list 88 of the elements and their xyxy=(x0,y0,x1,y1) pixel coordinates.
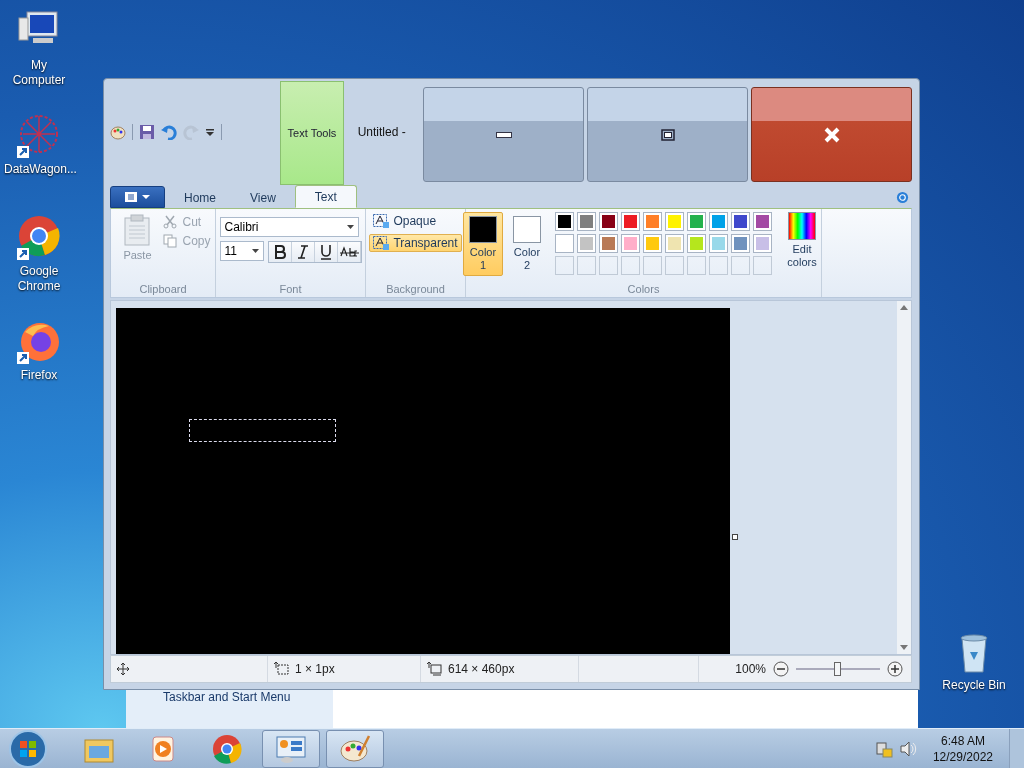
palette-color[interactable] xyxy=(665,212,684,231)
background-option[interactable]: Transparent xyxy=(369,234,462,252)
palette-color[interactable] xyxy=(731,212,750,231)
dropdown-arrow-icon xyxy=(251,249,259,253)
zoom-percentage: 100% xyxy=(735,662,766,676)
palette-color[interactable] xyxy=(555,212,574,231)
palette-color[interactable] xyxy=(731,234,750,253)
palette-color[interactable] xyxy=(753,212,772,231)
group-label: Font xyxy=(279,283,302,295)
text-box-icon xyxy=(373,214,390,228)
scroll-down-arrow-icon[interactable] xyxy=(900,645,908,650)
palette-color[interactable] xyxy=(577,212,596,231)
menu-icon xyxy=(123,191,152,203)
taskbar-button[interactable] xyxy=(262,729,320,768)
canvas-size-icon xyxy=(427,662,443,676)
palette-color[interactable] xyxy=(555,234,574,253)
palette-color[interactable] xyxy=(621,234,640,253)
maximize-icon xyxy=(660,128,675,141)
chrome-icon[interactable] xyxy=(15,214,63,262)
strikethrough-icon[interactable] xyxy=(337,242,361,262)
desktop-icon-label[interactable]: My Computer xyxy=(4,58,74,88)
palette-color[interactable] xyxy=(687,234,706,253)
sidebar-link[interactable]: Taskbar and Start Menu xyxy=(163,690,291,704)
undo-icon[interactable] xyxy=(161,124,177,140)
copy-icon xyxy=(163,234,178,248)
ribbon-tab[interactable]: Text xyxy=(294,185,357,208)
clock[interactable]: 6:48 AM 12/29/2022 xyxy=(922,732,1003,765)
palette-color[interactable] xyxy=(599,212,618,231)
zoom-out-icon[interactable] xyxy=(773,661,789,677)
palette-color[interactable] xyxy=(709,234,728,253)
dropdown-arrow-icon xyxy=(346,225,354,229)
canvas-size: 614 × 460px xyxy=(448,662,515,676)
desktop-icon-label[interactable]: Recycle Bin xyxy=(939,678,1009,693)
ribbon-tab[interactable]: Home xyxy=(169,188,231,208)
selection-size-icon xyxy=(274,662,290,676)
paint-palette-icon[interactable] xyxy=(110,124,126,140)
text-selection-box[interactable] xyxy=(189,419,336,442)
desktop-icon-label[interactable]: Firefox xyxy=(4,368,74,383)
font-family-dropdown[interactable]: Calibri xyxy=(219,217,359,237)
app-menu-button[interactable] xyxy=(110,186,165,208)
palette-color[interactable] xyxy=(577,234,596,253)
control-panel-icon xyxy=(275,733,307,764)
close-button[interactable] xyxy=(751,87,912,182)
speaker-icon[interactable] xyxy=(898,739,917,758)
minimize-button[interactable] xyxy=(423,87,584,182)
group-label: Colors xyxy=(627,283,660,295)
ribbon-tab[interactable]: View xyxy=(235,188,291,208)
clipboard-icon xyxy=(123,214,152,246)
edit-colors-button[interactable]: Edit colors xyxy=(780,212,824,269)
palette-color[interactable] xyxy=(599,234,618,253)
resize-handle[interactable] xyxy=(732,534,738,540)
customize-toolbar-icon[interactable] xyxy=(205,127,215,137)
contextual-tab-header: Text Tools xyxy=(280,81,344,185)
selection-size: 1 × 1px xyxy=(295,662,335,676)
group-label: Clipboard xyxy=(139,283,187,295)
text-box-icon xyxy=(373,236,390,250)
start-button[interactable] xyxy=(8,728,48,768)
palette-color[interactable] xyxy=(665,234,684,253)
color-slot-button[interactable]: Color 1 xyxy=(463,212,503,276)
palette-color[interactable] xyxy=(709,212,728,231)
background-option[interactable]: Opaque xyxy=(369,212,441,230)
zoom-in-icon[interactable] xyxy=(887,661,903,677)
close-icon xyxy=(822,126,841,143)
palette-color[interactable] xyxy=(621,212,640,231)
palette-color[interactable] xyxy=(687,212,706,231)
move-cursor-icon xyxy=(117,663,129,675)
save-icon[interactable] xyxy=(139,124,155,140)
window-title: Untitled - xyxy=(357,125,407,139)
group-label: Background xyxy=(386,283,445,295)
chrome-icon xyxy=(211,733,243,764)
help-icon[interactable] xyxy=(896,191,909,204)
zoom-slider-thumb[interactable] xyxy=(834,662,841,676)
taskbar-button[interactable] xyxy=(326,729,384,768)
desktop-icon-label[interactable]: DataWagon... xyxy=(4,162,74,177)
color-slot-button[interactable]: Color 2 xyxy=(507,212,547,276)
palette-color[interactable] xyxy=(753,234,772,253)
minimize-icon xyxy=(495,131,512,138)
desktop-icon-label[interactable]: Google Chrome xyxy=(4,264,74,294)
clock-date: 12/29/2022 xyxy=(932,748,993,765)
palette-color[interactable] xyxy=(643,212,662,231)
font-size-dropdown[interactable]: 11 xyxy=(219,241,264,261)
maximize-button[interactable] xyxy=(587,87,748,182)
clock-time: 6:48 AM xyxy=(940,732,985,749)
scroll-up-arrow-icon[interactable] xyxy=(900,305,908,310)
paint-palette-icon xyxy=(339,733,371,764)
palette-color[interactable] xyxy=(643,234,662,253)
vertical-scrollbar[interactable] xyxy=(897,301,911,654)
scissors-icon xyxy=(163,215,178,229)
